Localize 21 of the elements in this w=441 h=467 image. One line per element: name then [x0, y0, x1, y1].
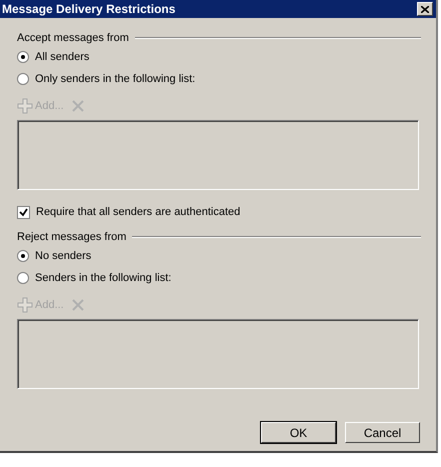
radio-label[interactable]: Senders in the following list:	[35, 272, 172, 284]
dialog-button[interactable]: OK	[261, 422, 336, 443]
checkbox-label[interactable]: Require that all senders are authenticated	[36, 206, 240, 218]
section-heading: Reject messages from	[17, 231, 126, 243]
plus-icon	[17, 98, 33, 114]
radio-button[interactable]	[17, 272, 29, 284]
window-title: Message Delivery Restrictions	[2, 2, 176, 16]
close-button[interactable]	[417, 2, 433, 16]
radio-button[interactable]	[17, 73, 29, 85]
section-heading: Accept messages from	[17, 32, 129, 44]
radio-button[interactable]	[17, 250, 29, 262]
radio-button[interactable]	[17, 51, 29, 63]
plus-icon	[17, 297, 33, 313]
list-box[interactable]	[17, 120, 419, 190]
close-icon	[421, 6, 429, 12]
dialog-button[interactable]: Cancel	[345, 422, 420, 443]
radio-label[interactable]: Only senders in the following list:	[35, 73, 196, 85]
list-box[interactable]	[17, 319, 419, 389]
checkbox[interactable]	[17, 206, 30, 218]
radio-label[interactable]: All senders	[35, 51, 90, 63]
radio-label[interactable]: No senders	[35, 250, 92, 262]
